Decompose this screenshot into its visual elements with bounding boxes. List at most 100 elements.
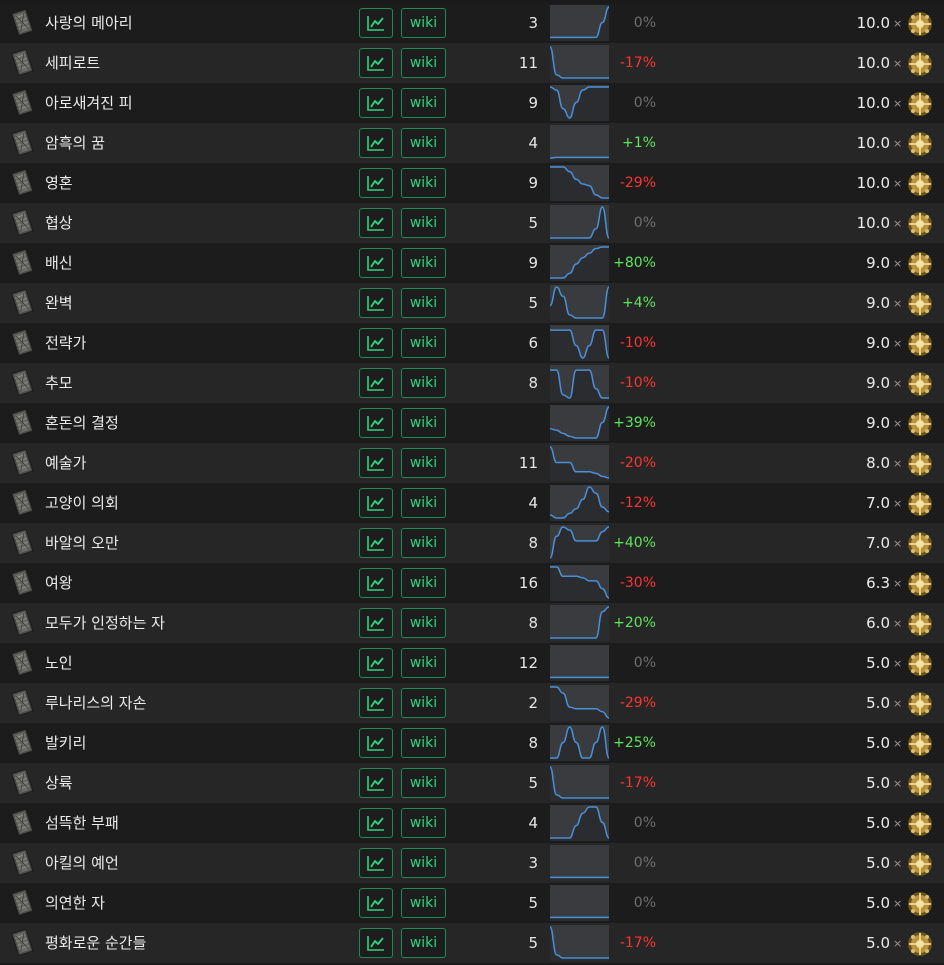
card-name[interactable]: 의연한 자 bbox=[45, 883, 105, 923]
graph-button[interactable] bbox=[359, 168, 393, 198]
card-name[interactable]: 영혼 bbox=[45, 163, 73, 203]
card-name[interactable]: 아로새겨진 피 bbox=[45, 83, 133, 123]
price-change: 0% bbox=[633, 215, 656, 231]
wiki-button[interactable]: wiki bbox=[401, 648, 446, 678]
card-name[interactable]: 섬뜩한 부패 bbox=[45, 803, 119, 843]
card-name[interactable]: 여왕 bbox=[45, 563, 73, 603]
price-value: 5.0 bbox=[866, 854, 890, 872]
card-name[interactable]: 바알의 오만 bbox=[45, 523, 119, 563]
graph-button[interactable] bbox=[359, 328, 393, 358]
divination-card-icon bbox=[7, 648, 37, 678]
wiki-button[interactable]: wiki bbox=[401, 808, 446, 838]
times-symbol: × bbox=[893, 57, 903, 70]
card-name[interactable]: 완벽 bbox=[45, 283, 73, 323]
times-symbol: × bbox=[893, 417, 903, 430]
wiki-button[interactable]: wiki bbox=[401, 328, 446, 358]
graph-button[interactable] bbox=[359, 488, 393, 518]
card-name[interactable]: 세피로트 bbox=[45, 43, 100, 83]
graph-button[interactable] bbox=[359, 768, 393, 798]
wiki-button[interactable]: wiki bbox=[401, 688, 446, 718]
graph-button[interactable] bbox=[359, 888, 393, 918]
graph-button[interactable] bbox=[359, 408, 393, 438]
graph-button[interactable] bbox=[359, 688, 393, 718]
table-row: 평화로운 순간들 wiki 5 -17% 5.0 × bbox=[0, 923, 944, 963]
wiki-button[interactable]: wiki bbox=[401, 928, 446, 958]
wiki-button[interactable]: wiki bbox=[401, 288, 446, 318]
price-value: 7.0 bbox=[866, 534, 890, 552]
times-symbol: × bbox=[893, 337, 903, 350]
graph-button[interactable] bbox=[359, 208, 393, 238]
wiki-button[interactable]: wiki bbox=[401, 168, 446, 198]
card-name[interactable]: 전략가 bbox=[45, 323, 86, 363]
card-name[interactable]: 아킬의 예언 bbox=[45, 843, 119, 883]
card-name[interactable]: 고양이 의회 bbox=[45, 483, 119, 523]
card-name[interactable]: 사랑의 메아리 bbox=[45, 3, 133, 43]
table-row: 여왕 wiki 16 -30% 6.3 × bbox=[0, 563, 944, 603]
price-value: 5.0 bbox=[866, 894, 890, 912]
graph-button[interactable] bbox=[359, 568, 393, 598]
divination-card-icon bbox=[7, 848, 37, 878]
card-name[interactable]: 노인 bbox=[45, 643, 73, 683]
wiki-button[interactable]: wiki bbox=[401, 48, 446, 78]
exalted-orb-icon bbox=[906, 610, 934, 638]
price-change: -17% bbox=[619, 775, 656, 791]
divination-card-icon bbox=[7, 608, 37, 638]
graph-button[interactable] bbox=[359, 48, 393, 78]
graph-button[interactable] bbox=[359, 608, 393, 638]
wiki-button[interactable]: wiki bbox=[401, 368, 446, 398]
wiki-button[interactable]: wiki bbox=[401, 88, 446, 118]
card-name[interactable]: 배신 bbox=[45, 243, 73, 283]
wiki-button[interactable]: wiki bbox=[401, 888, 446, 918]
card-name[interactable]: 추모 bbox=[45, 363, 73, 403]
wiki-button[interactable]: wiki bbox=[401, 768, 446, 798]
wiki-button[interactable]: wiki bbox=[401, 848, 446, 878]
divination-card-icon bbox=[7, 808, 37, 838]
graph-button[interactable] bbox=[359, 288, 393, 318]
times-symbol: × bbox=[893, 497, 903, 510]
price-value: 10.0 bbox=[856, 94, 890, 112]
graph-button[interactable] bbox=[359, 248, 393, 278]
card-name[interactable]: 평화로운 순간들 bbox=[45, 923, 146, 963]
wiki-button[interactable]: wiki bbox=[401, 408, 446, 438]
listing-count: 9 bbox=[528, 174, 538, 192]
graph-button[interactable] bbox=[359, 648, 393, 678]
card-name[interactable]: 혼돈의 결정 bbox=[45, 403, 119, 443]
graph-button[interactable] bbox=[359, 808, 393, 838]
wiki-button[interactable]: wiki bbox=[401, 448, 446, 478]
price-change: -20% bbox=[619, 455, 656, 471]
wiki-button[interactable]: wiki bbox=[401, 8, 446, 38]
card-name[interactable]: 상륙 bbox=[45, 763, 73, 803]
wiki-button[interactable]: wiki bbox=[401, 528, 446, 558]
graph-button[interactable] bbox=[359, 728, 393, 758]
graph-button[interactable] bbox=[359, 368, 393, 398]
graph-button[interactable] bbox=[359, 448, 393, 478]
exalted-orb-icon bbox=[906, 210, 934, 238]
graph-button[interactable] bbox=[359, 928, 393, 958]
card-name[interactable]: 예술가 bbox=[45, 443, 86, 483]
card-name[interactable]: 모두가 인정하는 자 bbox=[45, 603, 165, 643]
table-row: 완벽 wiki 5 +4% 9.0 × bbox=[0, 283, 944, 323]
wiki-button[interactable]: wiki bbox=[401, 608, 446, 638]
times-symbol: × bbox=[893, 177, 903, 190]
card-name[interactable]: 발키리 bbox=[45, 723, 86, 763]
graph-button[interactable] bbox=[359, 8, 393, 38]
times-symbol: × bbox=[893, 817, 903, 830]
graph-button[interactable] bbox=[359, 848, 393, 878]
wiki-button[interactable]: wiki bbox=[401, 728, 446, 758]
wiki-button[interactable]: wiki bbox=[401, 208, 446, 238]
graph-button[interactable] bbox=[359, 128, 393, 158]
listing-count: 5 bbox=[528, 934, 538, 952]
graph-button[interactable] bbox=[359, 88, 393, 118]
card-name[interactable]: 암흑의 꿈 bbox=[45, 123, 105, 163]
wiki-button[interactable]: wiki bbox=[401, 248, 446, 278]
listing-count: 5 bbox=[528, 894, 538, 912]
card-name[interactable]: 루나리스의 자손 bbox=[45, 683, 146, 723]
wiki-button[interactable]: wiki bbox=[401, 128, 446, 158]
graph-button[interactable] bbox=[359, 528, 393, 558]
listing-count bbox=[470, 403, 538, 443]
price-change: -17% bbox=[619, 55, 656, 71]
card-name[interactable]: 협상 bbox=[45, 203, 73, 243]
wiki-button[interactable]: wiki bbox=[401, 568, 446, 598]
price-value: 10.0 bbox=[856, 54, 890, 72]
wiki-button[interactable]: wiki bbox=[401, 488, 446, 518]
